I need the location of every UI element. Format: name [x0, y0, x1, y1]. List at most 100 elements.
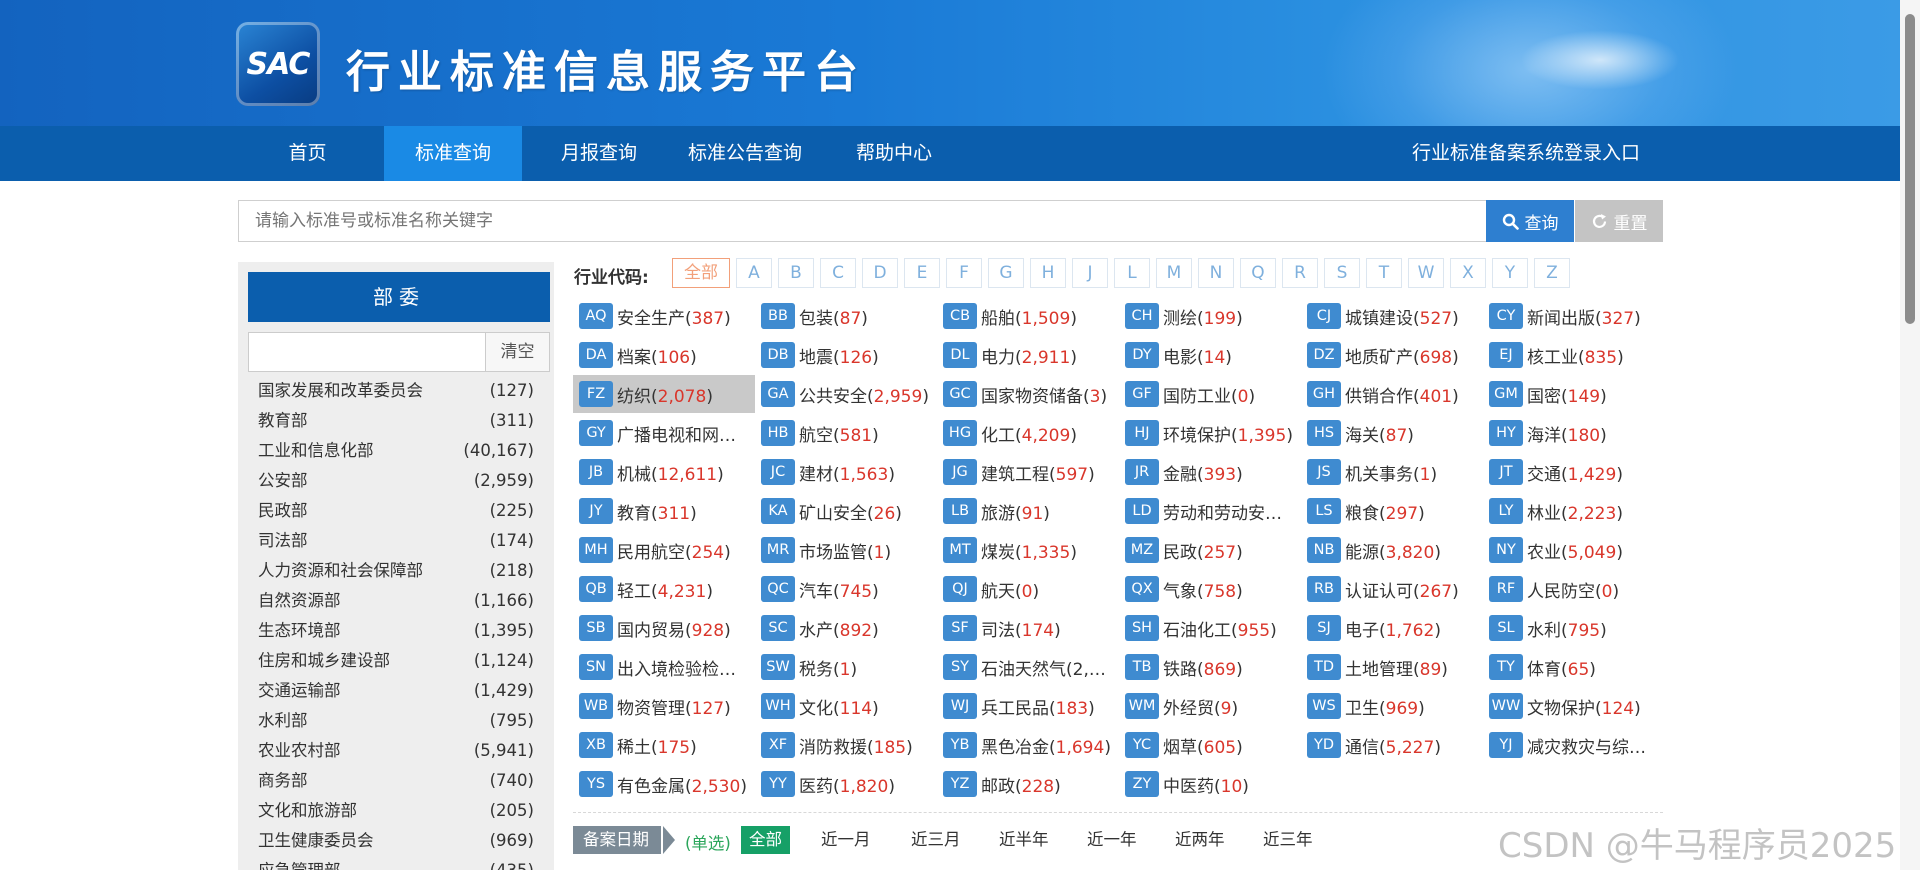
nav-home[interactable]: 首页: [260, 126, 355, 181]
query-button[interactable]: 查询: [1486, 200, 1574, 242]
search-input[interactable]: [238, 200, 1486, 242]
industry-code-item[interactable]: JR 金融(393): [1119, 453, 1301, 491]
letter-filter-w[interactable]: W: [1408, 258, 1444, 288]
date-filter-option[interactable]: 近两年: [1167, 826, 1233, 854]
industry-code-item[interactable]: TY 体育(65): [1483, 648, 1665, 686]
industry-code-item[interactable]: CY 新闻出版(327): [1483, 297, 1665, 335]
letter-filter-j[interactable]: J: [1072, 258, 1108, 288]
industry-code-item[interactable]: QC 汽车(745): [755, 570, 937, 608]
letter-filter-h[interactable]: H: [1030, 258, 1066, 288]
scrollbar[interactable]: [1900, 0, 1920, 870]
sac-logo[interactable]: SAC: [236, 22, 320, 106]
date-filter-option[interactable]: 近一年: [1079, 826, 1145, 854]
industry-code-item[interactable]: LB 旅游(91): [937, 492, 1119, 530]
department-item[interactable]: 农业农村部 (5,941): [238, 736, 554, 766]
letter-filter-r[interactable]: R: [1282, 258, 1318, 288]
letter-filter-f[interactable]: F: [946, 258, 982, 288]
industry-code-item[interactable]: GA 公共安全(2,959): [755, 375, 937, 413]
industry-code-item[interactable]: SL 水利(795): [1483, 609, 1665, 647]
department-item[interactable]: 交通运输部 (1,429): [238, 676, 554, 706]
letter-filter-z[interactable]: Z: [1534, 258, 1570, 288]
industry-code-item[interactable]: MZ 民政(257): [1119, 531, 1301, 569]
industry-code-item[interactable]: ZY 中医药(10): [1119, 765, 1301, 803]
industry-code-item[interactable]: JB 机械(12,611): [573, 453, 755, 491]
industry-code-item[interactable]: SJ 电子(1,762): [1301, 609, 1483, 647]
industry-code-item[interactable]: SW 税务(1): [755, 648, 937, 686]
industry-code-item[interactable]: SC 水产(892): [755, 609, 937, 647]
industry-code-item[interactable]: SB 国内贸易(928): [573, 609, 755, 647]
industry-code-item[interactable]: XF 消防救援(185): [755, 726, 937, 764]
industry-code-item[interactable]: HB 航空(581): [755, 414, 937, 452]
industry-code-item[interactable]: YC 烟草(605): [1119, 726, 1301, 764]
date-filter-option[interactable]: 近半年: [991, 826, 1057, 854]
date-filter-option[interactable]: 近一月: [813, 826, 879, 854]
industry-code-item[interactable]: TB 铁路(869): [1119, 648, 1301, 686]
industry-code-item[interactable]: LY 林业(2,223): [1483, 492, 1665, 530]
department-item[interactable]: 民政部 (225): [238, 496, 554, 526]
industry-code-item[interactable]: BB 包装(87): [755, 297, 937, 335]
letter-filter-e[interactable]: E: [904, 258, 940, 288]
industry-code-item[interactable]: QJ 航天(0): [937, 570, 1119, 608]
industry-code-item[interactable]: SY 石油天然气(2,6…: [937, 648, 1119, 686]
letter-filter-y[interactable]: Y: [1492, 258, 1528, 288]
industry-code-item[interactable]: GF 国防工业(0): [1119, 375, 1301, 413]
industry-code-item[interactable]: YZ 邮政(228): [937, 765, 1119, 803]
date-filter-option[interactable]: 全部: [741, 826, 790, 854]
department-item[interactable]: 教育部 (311): [238, 406, 554, 436]
industry-code-item[interactable]: KA 矿山安全(26): [755, 492, 937, 530]
industry-code-item[interactable]: YD 通信(5,227): [1301, 726, 1483, 764]
industry-code-item[interactable]: WH 文化(114): [755, 687, 937, 725]
date-filter-option[interactable]: 近三年: [1255, 826, 1321, 854]
letter-filter-all[interactable]: 全部: [672, 258, 730, 288]
letter-filter-x[interactable]: X: [1450, 258, 1486, 288]
industry-code-item[interactable]: WM 外经贸(9): [1119, 687, 1301, 725]
industry-code-item[interactable]: CJ 城镇建设(527): [1301, 297, 1483, 335]
industry-code-item[interactable]: SN 出入境检验检…: [573, 648, 755, 686]
industry-code-item[interactable]: QB 轻工(4,231): [573, 570, 755, 608]
department-item[interactable]: 人力资源和社会保障部 (218): [238, 556, 554, 586]
industry-code-item[interactable]: XB 稀土(175): [573, 726, 755, 764]
nav-announcement-query[interactable]: 标准公告查询: [676, 126, 814, 181]
industry-code-item[interactable]: WB 物资管理(127): [573, 687, 755, 725]
letter-filter-b[interactable]: B: [778, 258, 814, 288]
department-item[interactable]: 住房和城乡建设部 (1,124): [238, 646, 554, 676]
department-item[interactable]: 文化和旅游部 (205): [238, 796, 554, 826]
industry-code-item[interactable]: WJ 兵工民品(183): [937, 687, 1119, 725]
industry-code-item[interactable]: MT 煤炭(1,335): [937, 531, 1119, 569]
letter-filter-q[interactable]: Q: [1240, 258, 1276, 288]
industry-code-item[interactable]: FZ 纺织(2,078): [573, 375, 755, 413]
industry-code-item[interactable]: SH 石油化工(955): [1119, 609, 1301, 647]
industry-code-item[interactable]: HG 化工(4,209): [937, 414, 1119, 452]
department-item[interactable]: 生态环境部 (1,395): [238, 616, 554, 646]
industry-code-item[interactable]: JC 建材(1,563): [755, 453, 937, 491]
department-item[interactable]: 商务部 (740): [238, 766, 554, 796]
department-item[interactable]: 工业和信息化部 (40,167): [238, 436, 554, 466]
industry-code-item[interactable]: NB 能源(3,820): [1301, 531, 1483, 569]
department-item[interactable]: 卫生健康委员会 (969): [238, 826, 554, 856]
scrollbar-thumb[interactable]: [1905, 14, 1915, 324]
industry-code-item[interactable]: LD 劳动和劳动安…: [1119, 492, 1301, 530]
industry-code-item[interactable]: GY 广播电视和网…: [573, 414, 755, 452]
letter-filter-g[interactable]: G: [988, 258, 1024, 288]
industry-code-item[interactable]: DY 电影(14): [1119, 336, 1301, 374]
department-item[interactable]: 司法部 (174): [238, 526, 554, 556]
letter-filter-c[interactable]: C: [820, 258, 856, 288]
industry-code-item[interactable]: RB 认证认可(267): [1301, 570, 1483, 608]
nav-standard-query[interactable]: 标准查询: [384, 126, 522, 181]
nav-monthly-report[interactable]: 月报查询: [545, 126, 653, 181]
industry-code-item[interactable]: JG 建筑工程(597): [937, 453, 1119, 491]
industry-code-item[interactable]: WS 卫生(969): [1301, 687, 1483, 725]
industry-code-item[interactable]: NY 农业(5,049): [1483, 531, 1665, 569]
department-item[interactable]: 水利部 (795): [238, 706, 554, 736]
industry-code-item[interactable]: DB 地震(126): [755, 336, 937, 374]
nav-help-center[interactable]: 帮助中心: [840, 126, 948, 181]
industry-code-item[interactable]: YB 黑色冶金(1,694): [937, 726, 1119, 764]
letter-filter-l[interactable]: L: [1114, 258, 1150, 288]
industry-code-item[interactable]: DZ 地质矿产(698): [1301, 336, 1483, 374]
industry-code-item[interactable]: CH 测绘(199): [1119, 297, 1301, 335]
industry-code-item[interactable]: AQ 安全生产(387): [573, 297, 755, 335]
industry-code-item[interactable]: HJ 环境保护(1,395): [1119, 414, 1301, 452]
filing-system-login-link[interactable]: 行业标准备案系统登录入口: [1412, 126, 1640, 181]
industry-code-item[interactable]: LS 粮食(297): [1301, 492, 1483, 530]
department-item[interactable]: 应急管理部 (435): [238, 856, 554, 870]
